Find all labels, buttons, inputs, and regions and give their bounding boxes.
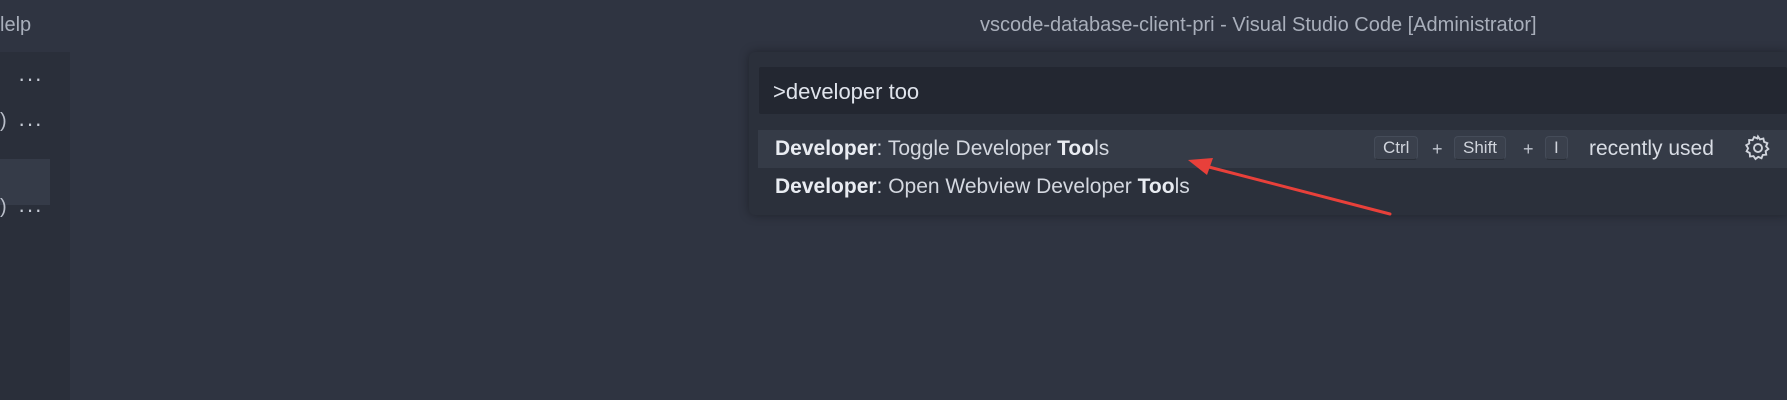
gear-icon[interactable] — [1743, 133, 1773, 163]
command-separator: : — [876, 175, 889, 198]
keybinding-plus: + — [1432, 139, 1443, 159]
sidebar-row-label: ) — [0, 196, 7, 218]
command-category: Developer — [775, 137, 877, 160]
command-name-pre: Open Webview Developer — [888, 175, 1138, 198]
recently-used-label: recently used — [1589, 137, 1714, 160]
keybinding-i: I — [1545, 136, 1568, 160]
command-palette: Developer: Toggle Developer Tools Ctrl +… — [749, 52, 1787, 215]
command-item-label: Developer: Toggle Developer Tools — [775, 137, 1109, 161]
command-name-post: ls — [1094, 137, 1110, 160]
more-actions-icon[interactable]: ··· — [18, 197, 43, 223]
command-name-match: Too — [1057, 137, 1095, 160]
keybinding-ctrl: Ctrl — [1374, 136, 1419, 160]
command-item-webview-devtools[interactable]: Developer: Open Webview Developer Tools — [758, 168, 1787, 206]
sidebar-row-label: ) — [0, 110, 7, 132]
command-input[interactable] — [771, 67, 1755, 116]
sidebar-row-1[interactable]: ··· — [0, 54, 50, 100]
sidebar-row-3[interactable]: ) ··· — [0, 185, 50, 231]
command-category: Developer — [775, 175, 877, 198]
command-name-match: Too — [1137, 175, 1175, 198]
more-actions-icon[interactable]: ··· — [18, 66, 43, 92]
command-item-label: Developer: Open Webview Developer Tools — [775, 175, 1190, 199]
explorer-sidebar: ··· ) ··· ) ··· — [0, 52, 70, 400]
menu-help[interactable]: lelp — [0, 14, 31, 37]
command-item-toggle-devtools[interactable]: Developer: Toggle Developer Tools Ctrl +… — [758, 130, 1787, 168]
sidebar-row-2[interactable]: ) ··· — [0, 99, 50, 145]
command-input-box[interactable] — [759, 67, 1787, 116]
window-title: vscode-database-client-pri - Visual Stud… — [980, 14, 1537, 36]
keybinding-plus: + — [1523, 139, 1534, 159]
title-bar: lelp vscode-database-client-pri - Visual… — [0, 0, 1787, 52]
command-separator: : — [876, 137, 888, 160]
more-actions-icon[interactable]: ··· — [18, 111, 43, 137]
command-name-pre: Toggle Developer — [887, 137, 1058, 160]
command-name-post: ls — [1174, 175, 1190, 198]
keybinding-shift: Shift — [1454, 136, 1507, 160]
